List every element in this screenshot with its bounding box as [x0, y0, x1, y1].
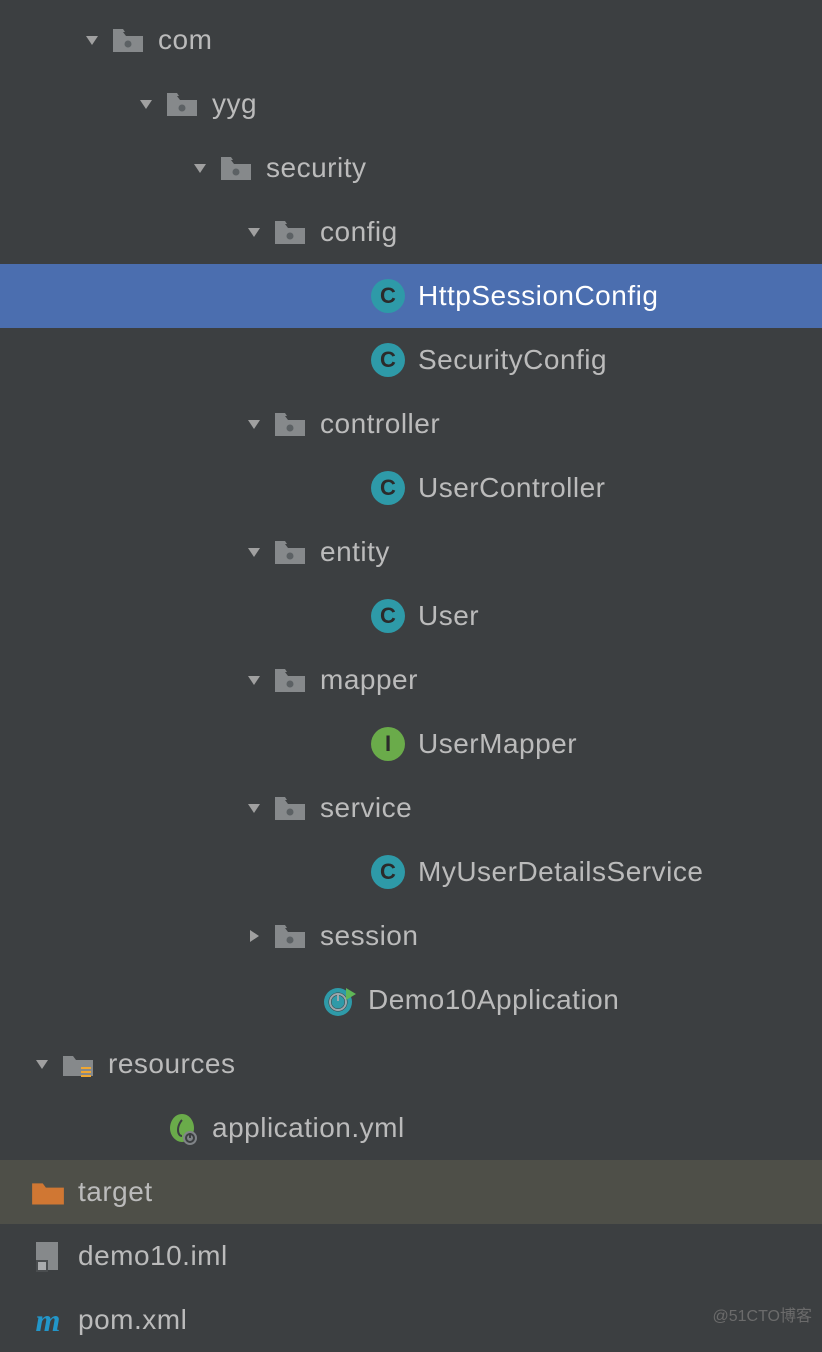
expand-arrow-icon[interactable] [188, 156, 212, 180]
tree-item[interactable]: session [0, 904, 822, 968]
tree-item[interactable]: target [0, 1160, 822, 1224]
tree-item-label: yyg [212, 88, 257, 120]
tree-item[interactable]: C UserController [0, 456, 822, 520]
tree-item[interactable]: m pom.xml [0, 1288, 822, 1352]
spring-config-icon [164, 1110, 200, 1146]
tree-item-label: mapper [320, 664, 418, 696]
folder-icon [164, 86, 200, 122]
expand-arrow-icon[interactable] [242, 796, 266, 820]
tree-item[interactable]: config [0, 200, 822, 264]
class-icon: C [370, 342, 406, 378]
tree-item-label: entity [320, 536, 390, 568]
class-icon: C [370, 278, 406, 314]
tree-item-label: HttpSessionConfig [418, 280, 658, 312]
target-folder-icon [30, 1174, 66, 1210]
expand-arrow-icon[interactable] [242, 540, 266, 564]
class-icon: C [370, 854, 406, 890]
maven-icon: m [30, 1302, 66, 1338]
tree-item-label: service [320, 792, 412, 824]
tree-item[interactable]: service [0, 776, 822, 840]
folder-icon [218, 150, 254, 186]
tree-item[interactable]: resources [0, 1032, 822, 1096]
tree-item[interactable]: security [0, 136, 822, 200]
class-icon: C [370, 470, 406, 506]
tree-item[interactable]: Demo10Application [0, 968, 822, 1032]
tree-item[interactable]: C MyUserDetailsService [0, 840, 822, 904]
tree-item-label: target [78, 1176, 153, 1208]
tree-item[interactable]: mapper [0, 648, 822, 712]
expand-arrow-icon[interactable] [242, 220, 266, 244]
folder-icon [272, 662, 308, 698]
tree-item[interactable]: yyg [0, 72, 822, 136]
folder-icon [272, 534, 308, 570]
tree-item[interactable]: demo10.iml [0, 1224, 822, 1288]
expand-arrow-icon[interactable] [30, 1052, 54, 1076]
tree-item-label: MyUserDetailsService [418, 856, 703, 888]
folder-icon [272, 214, 308, 250]
tree-item-label: UserController [418, 472, 606, 504]
expand-arrow-icon[interactable] [242, 412, 266, 436]
tree-item-label: config [320, 216, 398, 248]
tree-item-label: session [320, 920, 418, 952]
tree-item-label: SecurityConfig [418, 344, 607, 376]
tree-item[interactable]: C HttpSessionConfig [0, 264, 822, 328]
tree-item-label: Demo10Application [368, 984, 619, 1016]
tree-item[interactable]: C SecurityConfig [0, 328, 822, 392]
expand-arrow-icon[interactable] [242, 668, 266, 692]
tree-item-label: pom.xml [78, 1304, 187, 1336]
tree-item[interactable]: controller [0, 392, 822, 456]
expand-arrow-icon[interactable] [242, 924, 266, 948]
tree-item-label: User [418, 600, 479, 632]
tree-item[interactable]: I UserMapper [0, 712, 822, 776]
folder-icon [272, 918, 308, 954]
tree-item-label: demo10.iml [78, 1240, 228, 1272]
folder-icon [110, 22, 146, 58]
tree-item-label: security [266, 152, 366, 184]
tree-item-label: UserMapper [418, 728, 577, 760]
spring-boot-app-icon [320, 982, 356, 1018]
resources-folder-icon [60, 1046, 96, 1082]
tree-item-label: application.yml [212, 1112, 405, 1144]
watermark: @51CTO博客 [712, 1302, 812, 1326]
tree-item[interactable]: application.yml [0, 1096, 822, 1160]
expand-arrow-icon[interactable] [134, 92, 158, 116]
interface-icon: I [370, 726, 406, 762]
folder-icon [272, 790, 308, 826]
class-icon: C [370, 598, 406, 634]
tree-item[interactable]: com [0, 8, 822, 72]
folder-icon [272, 406, 308, 442]
tree-item-label: controller [320, 408, 440, 440]
project-tree[interactable]: com yyg security config C HttpSessionConfi… [0, 0, 822, 1352]
tree-item-label: com [158, 24, 212, 56]
iml-file-icon [30, 1238, 66, 1274]
tree-item[interactable]: C User [0, 584, 822, 648]
tree-item-label: resources [108, 1048, 235, 1080]
expand-arrow-icon[interactable] [80, 28, 104, 52]
tree-item[interactable]: entity [0, 520, 822, 584]
